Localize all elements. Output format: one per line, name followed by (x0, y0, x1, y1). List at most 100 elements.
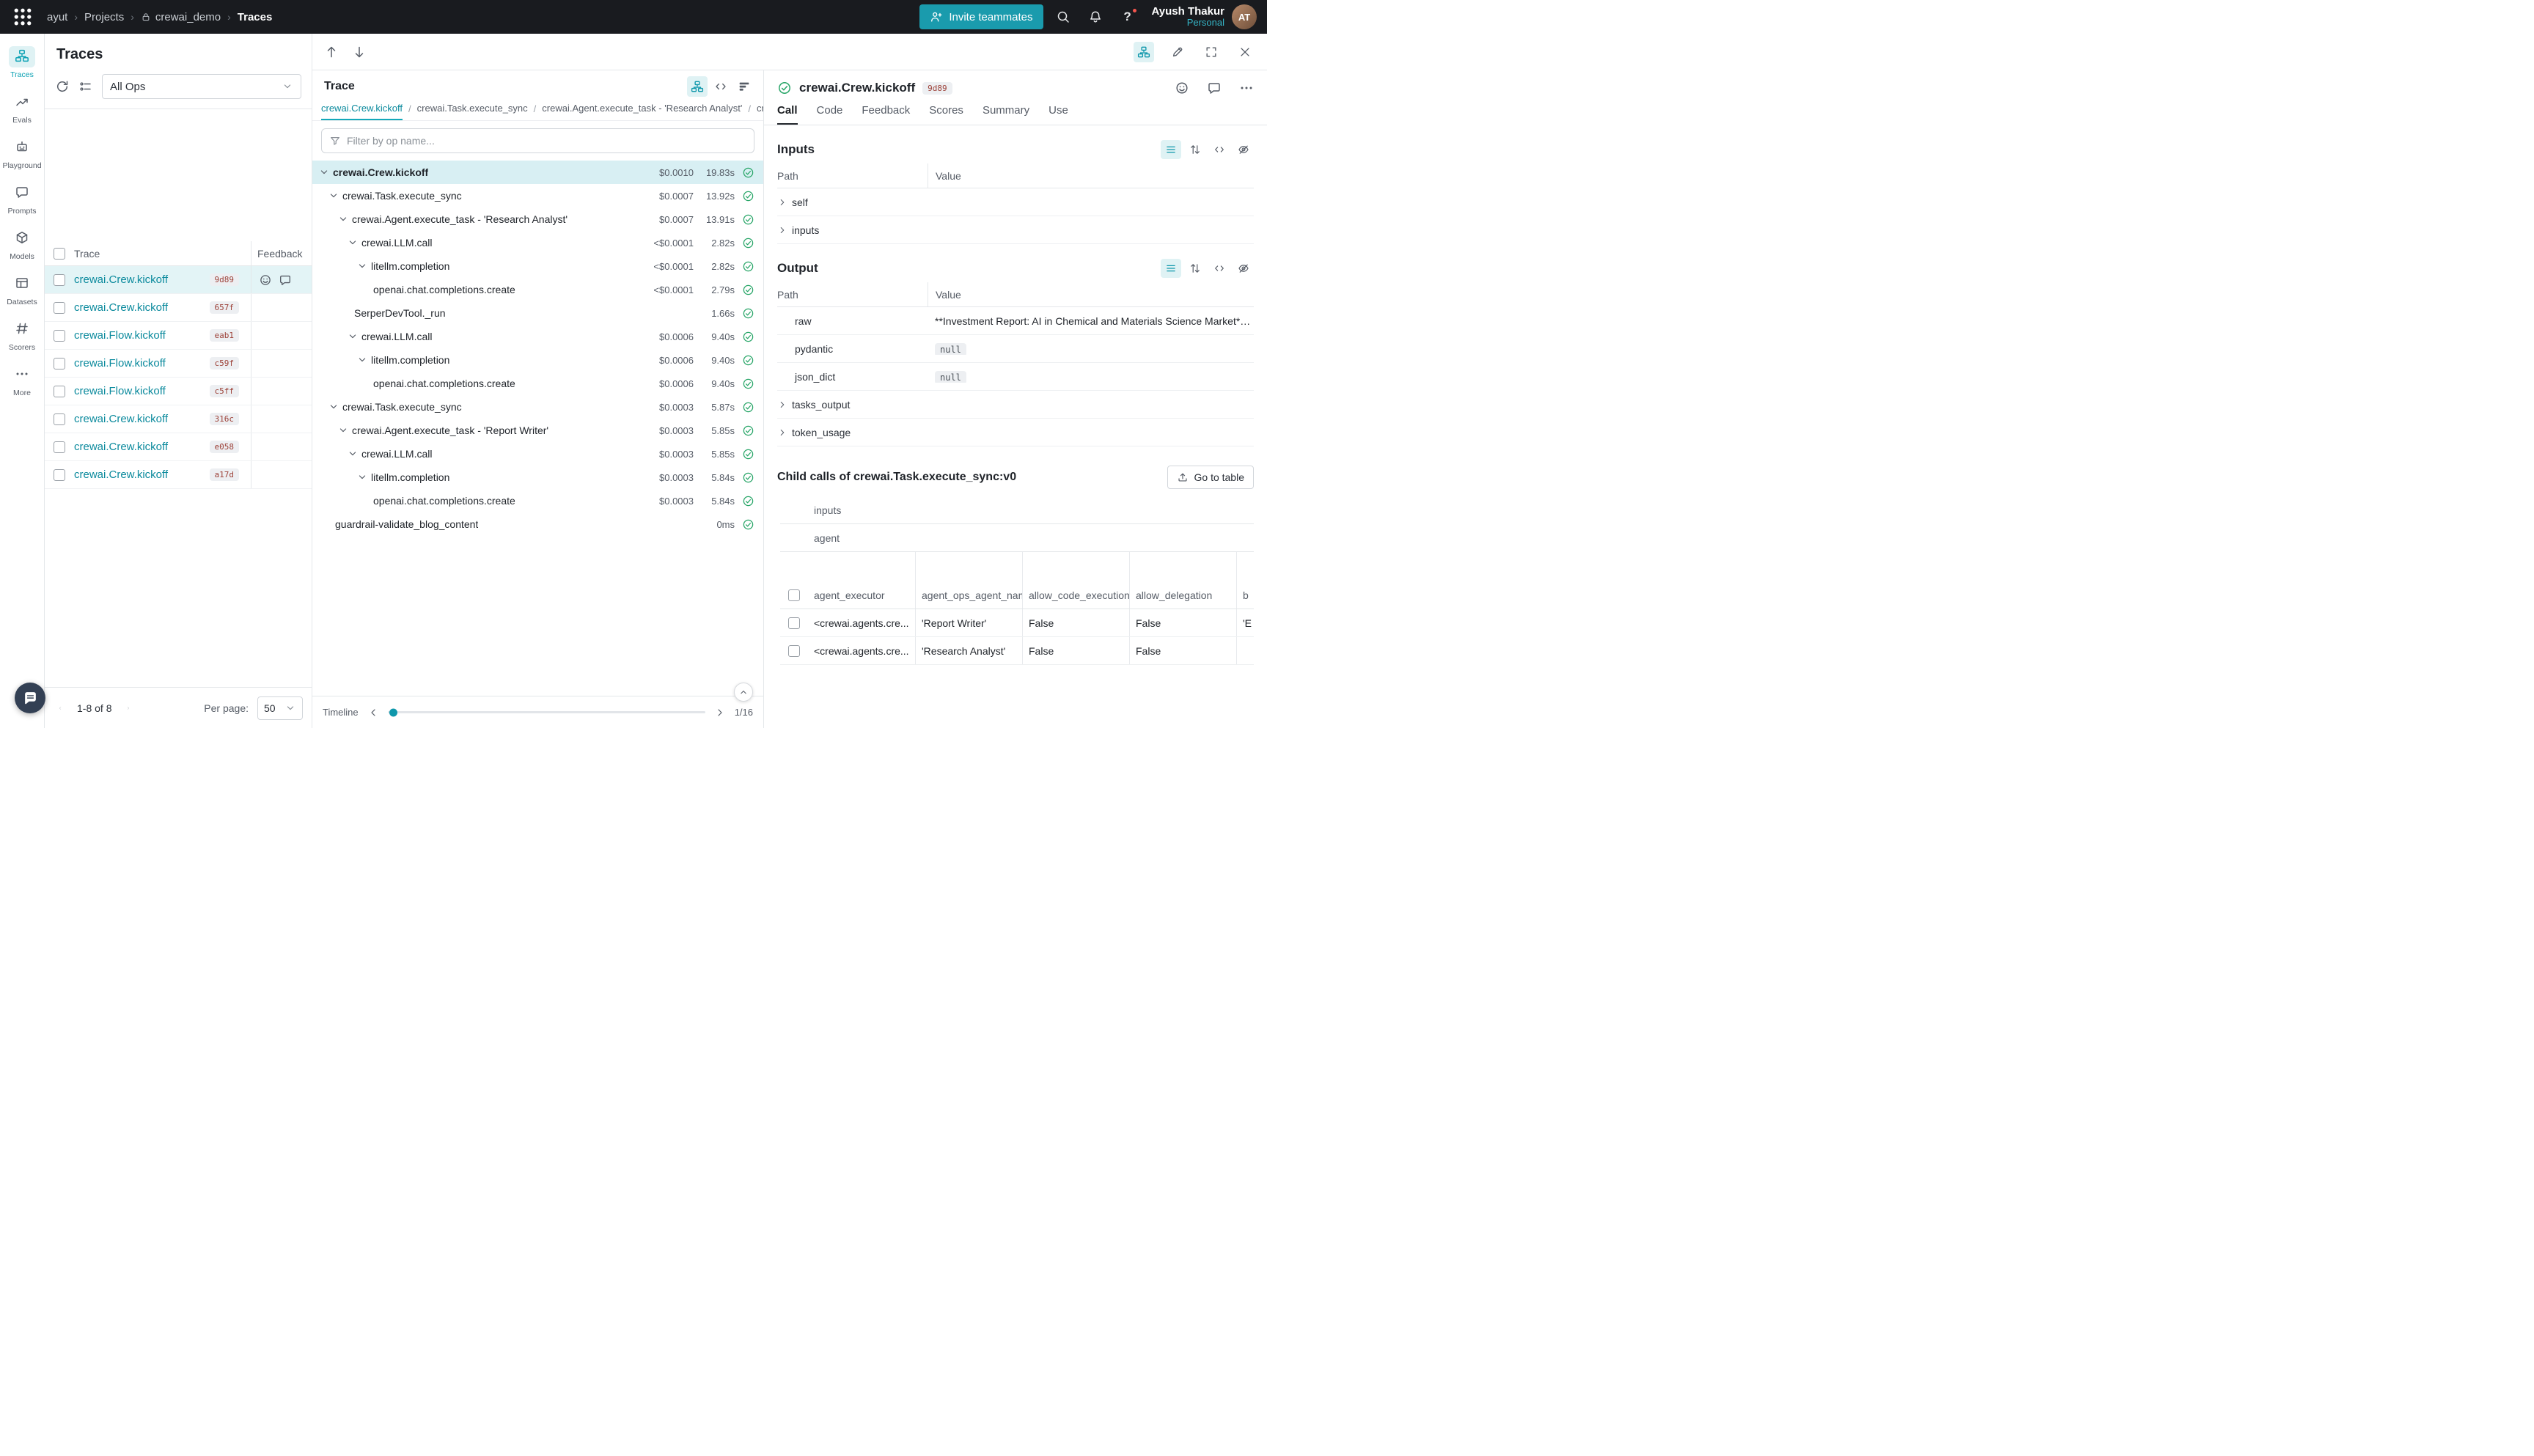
row-checkbox[interactable] (54, 386, 65, 397)
timeline-prev-icon[interactable] (367, 707, 379, 718)
trace-row-316c[interactable]: crewai.Crew.kickoff316c (45, 405, 312, 433)
trace-op-link[interactable]: crewai.Crew.kickoff (74, 266, 195, 294)
tree-row-11[interactable]: crewai.Agent.execute_task - 'Report Writ… (312, 419, 763, 442)
go-to-table-button[interactable]: Go to table (1167, 466, 1255, 489)
collapse-node-icon[interactable] (337, 213, 349, 225)
tree-row-12[interactable]: crewai.LLM.call$0.00035.85s (312, 442, 763, 466)
page-next-icon[interactable] (122, 702, 135, 715)
ops-filter-select[interactable]: All Ops (102, 74, 301, 99)
row-checkbox[interactable] (54, 302, 65, 314)
row-checkbox[interactable] (54, 441, 65, 453)
breadcrumb-project[interactable]: crewai_demo (141, 11, 221, 23)
trace-row-a17d[interactable]: crewai.Crew.kickoffa17d (45, 461, 312, 489)
emoji-feedback-icon[interactable] (259, 273, 272, 287)
path-tab-0[interactable]: crewai.Crew.kickoff (321, 103, 403, 120)
tree-row-6[interactable]: SerperDevTool._run1.66s (312, 301, 763, 325)
kv-row-tasks-output[interactable]: tasks_output (777, 391, 1254, 419)
kv-row-token-usage[interactable]: token_usage (777, 419, 1254, 446)
collapse-node-icon[interactable] (347, 331, 359, 342)
toggle-tree-view-button[interactable] (1134, 42, 1154, 62)
tree-row-3[interactable]: crewai.LLM.call<$0.00012.82s (312, 231, 763, 254)
trace-op-link[interactable]: crewai.Crew.kickoff (74, 294, 195, 322)
column-settings-icon[interactable] (78, 79, 93, 94)
select-all-checkbox[interactable] (788, 589, 800, 601)
hide-empty-button[interactable] (1233, 259, 1254, 278)
row-checkbox[interactable] (788, 645, 800, 657)
emoji-reaction-icon[interactable] (1175, 81, 1189, 95)
collapse-node-icon[interactable] (337, 424, 349, 436)
row-checkbox[interactable] (54, 469, 65, 481)
notifications-bell-icon[interactable] (1088, 10, 1103, 24)
tree-row-10[interactable]: crewai.Task.execute_sync$0.00035.87s (312, 395, 763, 419)
trace-row-e058[interactable]: crewai.Crew.kickoffe058 (45, 433, 312, 461)
per-page-select[interactable]: 50 (257, 696, 303, 720)
tree-row-1[interactable]: crewai.Task.execute_sync$0.000713.92s (312, 184, 763, 207)
expand-values-button[interactable] (1185, 259, 1205, 278)
sidebar-item-more[interactable]: More (1, 361, 43, 401)
expand-row-icon[interactable] (777, 400, 787, 410)
page-prev-icon[interactable] (54, 702, 67, 715)
row-checkbox[interactable] (54, 274, 65, 286)
trace-row-eab1[interactable]: crewai.Flow.kickoffeab1 (45, 322, 312, 350)
trace-op-link[interactable]: crewai.Crew.kickoff (74, 461, 195, 489)
collapse-node-icon[interactable] (347, 448, 359, 460)
tab-summary[interactable]: Summary (983, 104, 1029, 125)
sidebar-item-datasets[interactable]: Datasets (1, 270, 43, 310)
hide-empty-button[interactable] (1233, 140, 1254, 159)
tab-call[interactable]: Call (777, 104, 798, 125)
collapse-node-icon[interactable] (356, 354, 368, 366)
tree-row-2[interactable]: crewai.Agent.execute_task - 'Research An… (312, 207, 763, 231)
trace-op-link[interactable]: crewai.Flow.kickoff (74, 322, 195, 350)
tree-row-4[interactable]: litellm.completion<$0.00012.82s (312, 254, 763, 278)
expand-row-icon[interactable] (777, 197, 787, 207)
trace-row-657f[interactable]: crewai.Crew.kickoff657f (45, 294, 312, 322)
select-all-checkbox[interactable] (54, 248, 65, 260)
trace-row-c5ff[interactable]: crewai.Flow.kickoffc5ff (45, 378, 312, 405)
tab-use[interactable]: Use (1049, 104, 1068, 125)
breadcrumb-entity[interactable]: ayut (47, 11, 67, 23)
collapse-node-icon[interactable] (328, 190, 339, 202)
collapse-node-icon[interactable] (356, 471, 368, 483)
more-options-icon[interactable] (1239, 81, 1254, 95)
tree-view-button[interactable] (687, 76, 708, 97)
expand-values-button[interactable] (1185, 140, 1205, 159)
tab-scores[interactable]: Scores (929, 104, 963, 125)
row-checkbox[interactable] (788, 617, 800, 629)
collapse-node-icon[interactable] (328, 401, 339, 413)
avatar[interactable]: AT (1232, 4, 1257, 29)
refresh-icon[interactable] (55, 79, 70, 94)
breadcrumb-page[interactable]: Traces (238, 11, 273, 23)
next-call-icon[interactable] (352, 45, 367, 59)
tree-row-8[interactable]: litellm.completion$0.00069.40s (312, 348, 763, 372)
sidebar-item-evals[interactable]: Evals (1, 88, 43, 128)
child-call-row-1[interactable]: <crewai.agents.cre...'Research Analyst'F… (780, 637, 1254, 665)
sidebar-item-traces[interactable]: Traces (1, 43, 43, 83)
edit-call-button[interactable] (1167, 42, 1188, 62)
trace-op-link[interactable]: crewai.Flow.kickoff (74, 378, 195, 405)
timeline-next-icon[interactable] (714, 707, 726, 718)
code-view-button[interactable] (1209, 259, 1230, 278)
wandb-logo[interactable] (10, 6, 35, 28)
kv-row-self[interactable]: self (777, 188, 1254, 216)
intercom-chat-button[interactable] (15, 683, 45, 713)
list-view-button[interactable] (1161, 140, 1181, 159)
sidebar-item-models[interactable]: Models (1, 224, 43, 265)
row-checkbox[interactable] (54, 358, 65, 369)
code-view-button[interactable] (1209, 140, 1230, 159)
user-menu[interactable]: Ayush Thakur Personal (1152, 5, 1224, 29)
sidebar-item-playground[interactable]: Playground (1, 133, 43, 174)
help-icon[interactable]: ? (1120, 10, 1135, 24)
close-call-button[interactable] (1235, 42, 1255, 62)
collapse-node-icon[interactable] (356, 260, 368, 272)
tab-feedback[interactable]: Feedback (862, 104, 910, 125)
fullscreen-button[interactable] (1201, 42, 1222, 62)
tree-row-13[interactable]: litellm.completion$0.00035.84s (312, 466, 763, 489)
path-tab-2[interactable]: crewai.Agent.execute_task - 'Research An… (542, 103, 742, 120)
tree-row-0[interactable]: crewai.Crew.kickoff$0.001019.83s (312, 161, 763, 184)
collapse-node-icon[interactable] (347, 237, 359, 249)
trace-op-link[interactable]: crewai.Crew.kickoff (74, 433, 195, 461)
path-tab-3[interactable]: crewai.LLM.cal (757, 103, 763, 120)
search-icon[interactable] (1056, 10, 1070, 24)
row-checkbox[interactable] (54, 413, 65, 425)
invite-teammates-button[interactable]: Invite teammates (919, 4, 1043, 29)
